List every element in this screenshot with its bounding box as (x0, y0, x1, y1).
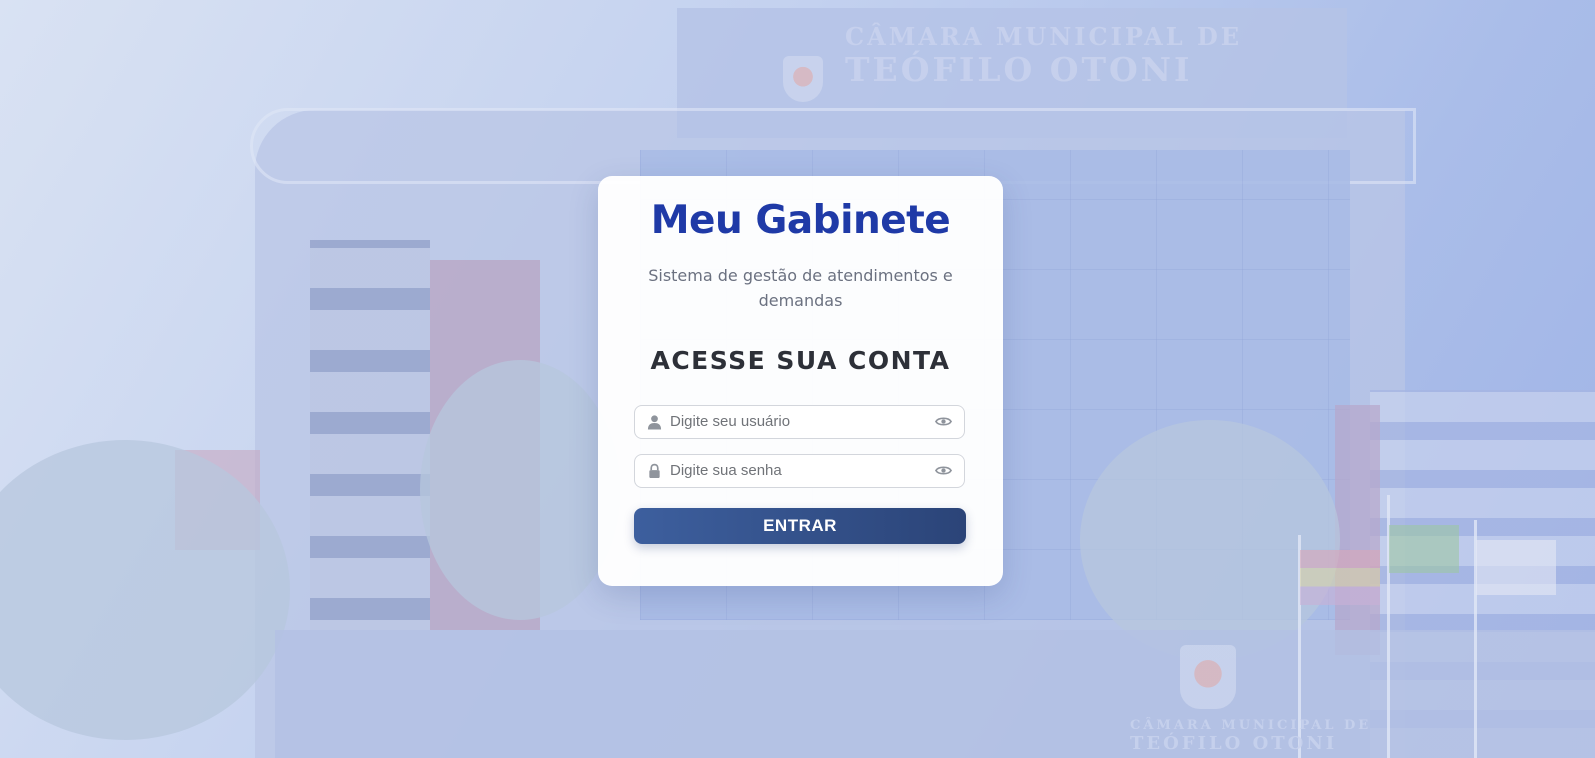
app-subtitle: Sistema de gestão de atendimentos e dema… (648, 266, 953, 310)
building-sign-line1: CÂMARA MUNICIPAL DE (845, 22, 1243, 51)
right-red-building (1335, 405, 1380, 655)
login-button[interactable]: ENTRAR (634, 508, 966, 544)
login-card: Meu Gabinete Sistema de gestão de atendi… (598, 176, 1003, 586)
username-input[interactable] (670, 406, 920, 437)
left-tower (310, 240, 430, 660)
state-flag (1476, 540, 1556, 595)
ground-sign-line2: TEÓFILO OTONI (1130, 733, 1338, 754)
password-input[interactable] (670, 455, 920, 486)
brazil-flag (1389, 525, 1459, 573)
tree-center (420, 360, 620, 620)
crest-emblem (783, 56, 823, 102)
section-title: ACESSE SUA CONTA (650, 346, 951, 375)
building-ground-floor (275, 630, 1595, 758)
user-icon (647, 415, 662, 430)
password-field[interactable] (634, 454, 965, 488)
tree-right (1080, 420, 1340, 660)
username-field[interactable] (634, 405, 965, 439)
eye-icon[interactable] (935, 415, 952, 428)
eye-icon[interactable] (935, 464, 952, 477)
lock-icon (649, 463, 660, 479)
city-flag (1300, 550, 1380, 605)
building-sign-line2: TEÓFILO OTONI (845, 50, 1193, 89)
app-title: Meu Gabinete (650, 198, 951, 243)
ground-crest-emblem (1180, 645, 1236, 709)
ground-sign-line1: CÂMARA MUNICIPAL DE (1130, 718, 1372, 733)
